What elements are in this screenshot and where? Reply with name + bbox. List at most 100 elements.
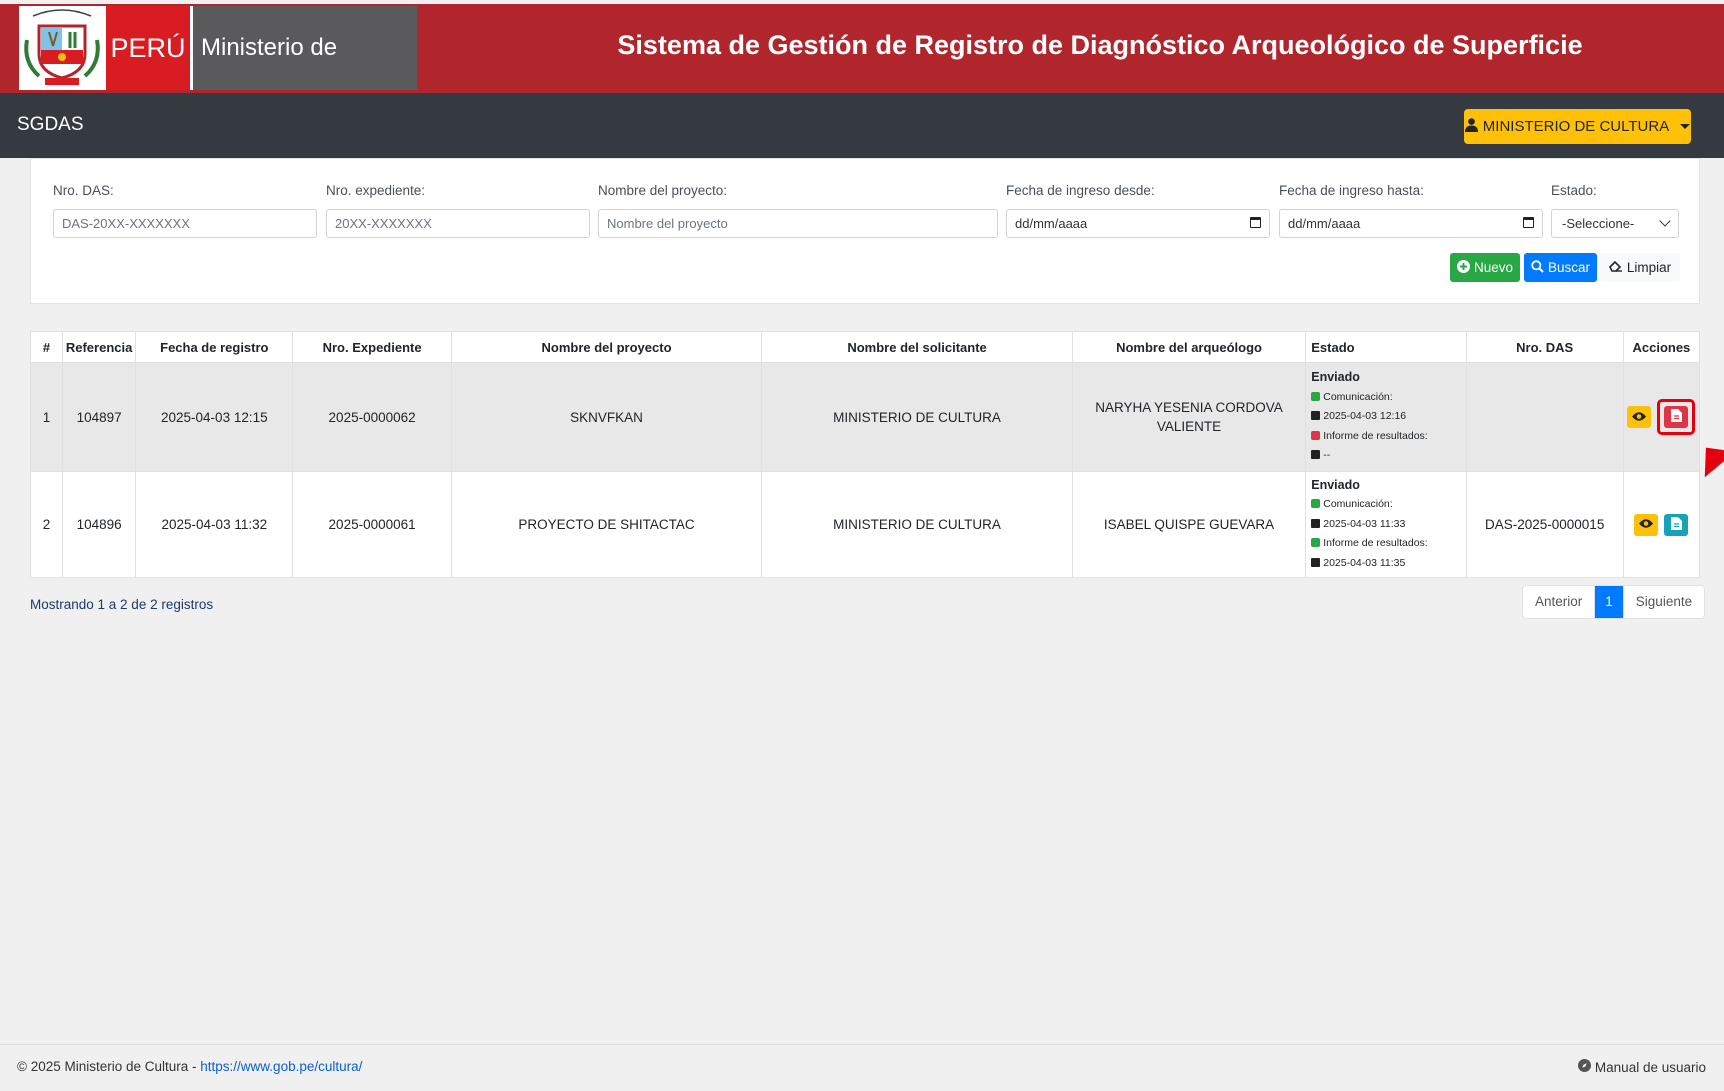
- table-header-row: # Referencia Fecha de registro Nro. Expe…: [29, 331, 1701, 363]
- column-header[interactable]: Nro. Expediente: [292, 331, 452, 363]
- row-number: 2: [29, 471, 64, 578]
- filter-panel: Nro. DAS: DAS-20XX-XXXXXXX Nro. expedien…: [30, 158, 1700, 304]
- user-icon: [1464, 117, 1478, 136]
- nro-expediente-input[interactable]: 20XX-XXXXXXX: [326, 209, 590, 238]
- row-estado: Enviado Comunicación: 2025-04-03 11:33 I…: [1305, 471, 1467, 578]
- column-header: Acciones: [1622, 331, 1701, 363]
- estado-status: Enviado: [1311, 370, 1360, 385]
- navbar-brand[interactable]: SGDAS: [17, 114, 84, 136]
- pagination-next[interactable]: Siguiente: [1622, 586, 1705, 618]
- buscar-button[interactable]: Buscar: [1524, 253, 1597, 282]
- footer-link[interactable]: https://www.gob.pe/cultura/: [200, 1059, 362, 1074]
- nro-das-input[interactable]: DAS-20XX-XXXXXXX: [53, 209, 317, 238]
- estado-status: Enviado: [1311, 477, 1360, 492]
- results-table: # Referencia Fecha de registro Nro. Expe…: [29, 331, 1701, 578]
- calendar-icon[interactable]: [1250, 217, 1261, 228]
- pdf-document-button[interactable]: [1664, 406, 1689, 428]
- calendar-check-icon: [1311, 518, 1321, 528]
- nuevo-button-label: Nuevo: [1473, 260, 1514, 275]
- calendar-check-icon: [1311, 411, 1321, 421]
- row-nro-das: [1465, 362, 1624, 472]
- limpiar-button[interactable]: Limpiar: [1600, 253, 1680, 282]
- system-title: Sistema de Gestión de Registro de Diagnó…: [617, 30, 1583, 60]
- estado-select-value: -Seleccione-: [1562, 216, 1635, 231]
- row-solicitante: MINISTERIO DE CULTURA: [761, 471, 1073, 578]
- records-summary: Mostrando 1 a 2 de 2 registros: [30, 597, 214, 612]
- column-header[interactable]: Nombre del proyecto: [450, 331, 763, 363]
- pagination-page-1[interactable]: 1: [1594, 586, 1623, 618]
- row-fecha-registro: 2025-04-03 12:15: [135, 362, 294, 472]
- nombre-proyecto-input[interactable]: Nombre del proyecto: [598, 209, 998, 238]
- pagination-prev[interactable]: Anterior: [1523, 586, 1595, 618]
- column-header[interactable]: Nombre del arqueólogo: [1071, 331, 1307, 363]
- row-solicitante: MINISTERIO DE CULTURA: [761, 362, 1073, 472]
- estado-select[interactable]: -Seleccione-: [1551, 209, 1679, 238]
- row-number: 1: [29, 362, 64, 472]
- peru-brand-label: PERÚ: [106, 6, 190, 90]
- navbar: SGDAS MINISTERIO DE CULTURA: [0, 93, 1724, 158]
- compass-icon: [1577, 1059, 1591, 1075]
- column-header[interactable]: Nro. DAS: [1465, 331, 1624, 363]
- user-menu-label: MINISTERIO DE CULTURA: [1482, 118, 1670, 135]
- nombre-proyecto-label: Nombre del proyecto:: [598, 183, 728, 198]
- row-proyecto: SKNVFKAN: [450, 362, 763, 472]
- document-button[interactable]: [1664, 513, 1689, 536]
- results-table-wrapper: # Referencia Fecha de registro Nro. Expe…: [29, 331, 1701, 578]
- limpiar-button-label: Limpiar: [1626, 260, 1672, 275]
- footer: © 2025 Ministerio de Cultura - https://w…: [0, 1044, 1724, 1089]
- nuevo-button[interactable]: Nuevo: [1450, 253, 1520, 282]
- buscar-button-label: Buscar: [1547, 260, 1591, 275]
- arqueologo-line: NARYHA YESENIA CORDOVA: [1095, 400, 1283, 415]
- peru-coat-of-arms-logo: [19, 6, 106, 90]
- row-actions: [1622, 471, 1701, 578]
- row-arqueologo: NARYHA YESENIA CORDOVA VALIENTE: [1071, 362, 1307, 472]
- plus-circle-icon: [1456, 259, 1470, 276]
- row-actions: [1622, 362, 1701, 472]
- column-header[interactable]: Fecha de registro: [135, 331, 294, 363]
- row-fecha-registro: 2025-04-03 11:32: [135, 471, 294, 578]
- ministry-brand-label: Ministerio de Cultura: [193, 6, 417, 145]
- top-header: PERÚ Ministerio de Cultura Sistema de Ge…: [0, 4, 1724, 145]
- search-icon: [1531, 259, 1544, 276]
- row-nro-das: DAS-2025-0000015: [1465, 471, 1624, 578]
- column-header[interactable]: Referencia: [62, 331, 137, 363]
- nro-das-label: Nro. DAS:: [53, 183, 114, 198]
- file-pdf-icon: [1670, 409, 1682, 425]
- row-expediente: 2025-0000061: [292, 471, 452, 578]
- eye-icon: [1631, 410, 1647, 425]
- column-header[interactable]: #: [29, 331, 64, 363]
- row-referencia: 104897: [62, 362, 137, 472]
- row-referencia: 104896: [62, 471, 137, 578]
- view-button[interactable]: [1627, 406, 1652, 428]
- chevron-down-icon: [1659, 215, 1671, 227]
- highlight-frame: [1657, 399, 1696, 435]
- row-estado: Enviado Comunicación: 2025-04-03 12:16 I…: [1305, 362, 1467, 472]
- copyright-text: © 2025 Ministerio de Cultura -: [17, 1059, 201, 1074]
- comunicacion-label: Comunicación:: [1323, 390, 1393, 403]
- view-button[interactable]: [1634, 513, 1659, 536]
- column-header[interactable]: Estado: [1305, 331, 1467, 363]
- calendar-icon[interactable]: [1523, 217, 1534, 228]
- manual-link[interactable]: Manual de usuario: [1577, 1059, 1706, 1075]
- user-menu-button[interactable]: MINISTERIO DE CULTURA: [1464, 109, 1691, 144]
- fecha-desde-input[interactable]: dd/mm/aaaa: [1006, 209, 1270, 238]
- check-square-icon: [1311, 538, 1321, 548]
- eye-icon: [1638, 517, 1654, 532]
- row-arqueologo: ISABEL QUISPE GUEVARA: [1071, 471, 1307, 578]
- arqueologo-line: VALIENTE: [1156, 419, 1222, 434]
- fecha-desde-label: Fecha de ingreso desde:: [1006, 183, 1155, 198]
- nro-expediente-label: Nro. expediente:: [326, 183, 426, 198]
- calendar-check-icon: [1311, 450, 1321, 460]
- manual-link-label: Manual de usuario: [1594, 1059, 1706, 1075]
- fecha-hasta-label: Fecha de ingreso hasta:: [1279, 183, 1424, 198]
- file-icon: [1670, 516, 1682, 533]
- informe-date: 2025-04-03 11:35: [1323, 556, 1406, 569]
- table-row[interactable]: 1 104897 2025-04-03 12:15 2025-0000062 S…: [29, 362, 1701, 472]
- comunicacion-date: 2025-04-03 12:16: [1323, 410, 1407, 423]
- fecha-desde-value: dd/mm/aaaa: [1015, 216, 1088, 231]
- arqueologo-line: ISABEL QUISPE GUEVARA: [1103, 517, 1275, 532]
- fecha-hasta-input[interactable]: dd/mm/aaaa: [1279, 209, 1543, 238]
- comunicacion-date: 2025-04-03 11:33: [1323, 517, 1406, 530]
- table-row[interactable]: 2 104896 2025-04-03 11:32 2025-0000061 P…: [29, 471, 1701, 578]
- column-header[interactable]: Nombre del solicitante: [761, 331, 1073, 363]
